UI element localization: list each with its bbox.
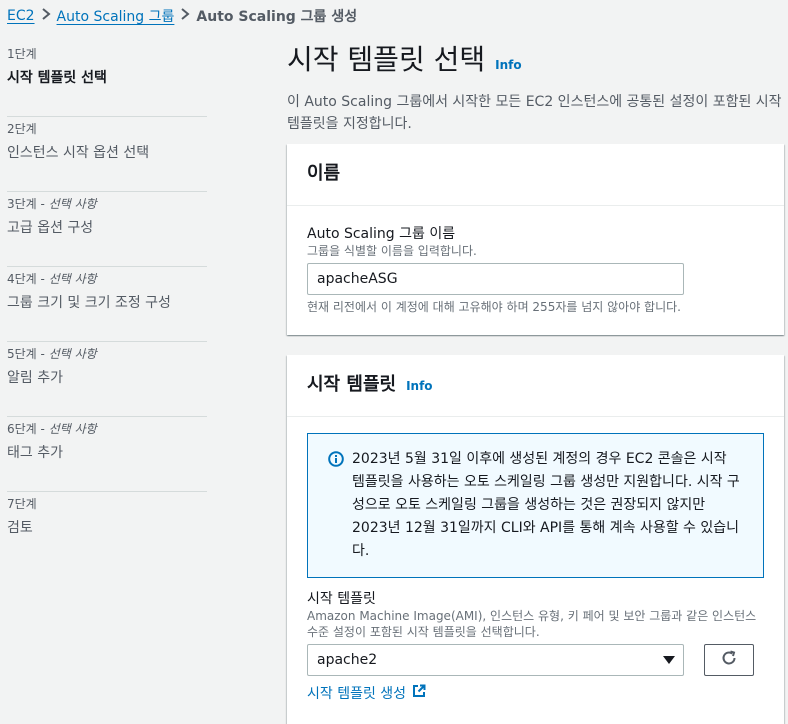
refresh-button[interactable] xyxy=(704,644,754,676)
breadcrumb-ec2[interactable]: EC2 xyxy=(7,8,35,24)
step-title: 태그 추가 xyxy=(7,445,63,461)
wizard-step-7[interactable]: 7단계 검토 xyxy=(7,492,207,567)
step-number: 1단계 xyxy=(7,47,37,61)
launch-template-select-row: apache2 xyxy=(307,644,764,676)
info-link[interactable]: Info xyxy=(495,45,521,85)
step-number: 6단계 - 선택 사항 xyxy=(7,422,97,436)
breadcrumb-auto-scaling-groups[interactable]: Auto Scaling 그룹 xyxy=(57,6,175,26)
page-title-text: 시작 템플릿 선택 xyxy=(287,43,486,76)
launch-template-card-body: 2023년 5월 31일 이후에 생성된 계정의 경우 EC2 콘솔은 시작 템… xyxy=(287,417,784,724)
name-card-header: 이름 xyxy=(287,144,784,206)
alert-message: 2023년 5월 31일 이후에 생성된 계정의 경우 EC2 콘솔은 시작 템… xyxy=(352,451,740,559)
name-card-body: Auto Scaling 그룹 이름 그룹을 식별할 이름을 입력합니다. ap… xyxy=(287,206,784,335)
launch-template-description: Amazon Machine Image(AMI), 인스턴스 유형, 키 페어… xyxy=(307,609,757,639)
wizard-step-3[interactable]: 3단계 - 선택 사항 고급 옵션 구성 xyxy=(7,192,207,267)
info-link[interactable]: Info xyxy=(406,379,432,393)
launch-template-card-title: 시작 템플릿 xyxy=(307,374,397,395)
step-title: 검토 xyxy=(7,520,33,536)
breadcrumb-current: Auto Scaling 그룹 생성 xyxy=(196,9,358,25)
wizard-step-5[interactable]: 5단계 - 선택 사항 알림 추가 xyxy=(7,342,207,417)
external-link-icon xyxy=(406,684,426,704)
wizard-step-4[interactable]: 4단계 - 선택 사항 그룹 크기 및 크기 조정 구성 xyxy=(7,267,207,342)
launch-template-label: 시작 템플릿 xyxy=(307,591,376,607)
launch-template-card-header: 시작 템플릿 Info xyxy=(287,355,784,417)
wizard-step-6[interactable]: 6단계 - 선택 사항 태그 추가 xyxy=(7,417,207,492)
chevron-right-icon xyxy=(35,8,57,24)
main-content: 시작 템플릿 선택 Info 이 Auto Scaling 그룹에서 시작한 모… xyxy=(287,40,784,724)
step-title: 인스턴스 시작 옵션 선택 xyxy=(7,145,150,161)
refresh-icon xyxy=(720,649,738,671)
launch-template-card: 시작 템플릿 Info 2023년 5월 31일 이후에 생성된 계정의 경우 … xyxy=(287,355,784,724)
asg-name-description: 그룹을 식별할 이름을 입력합니다. xyxy=(307,244,477,258)
page-title: 시작 템플릿 선택 Info xyxy=(287,40,784,85)
wizard-step-1[interactable]: 1단계 시작 템플릿 선택 xyxy=(7,42,207,117)
step-number: 5단계 - 선택 사항 xyxy=(7,347,97,361)
breadcrumb: EC2 Auto Scaling 그룹 Auto Scaling 그룹 생성 xyxy=(7,5,357,27)
step-title: 그룹 크기 및 크기 조정 구성 xyxy=(7,295,171,311)
caret-down-icon xyxy=(663,656,675,664)
wizard-steps-sidebar: 1단계 시작 템플릿 선택 2단계 인스턴스 시작 옵션 선택 3단계 - 선택… xyxy=(7,42,207,567)
asg-name-constraint: 현재 리전에서 이 계정에 대해 고유해야 하며 255자를 넘지 않아야 합니… xyxy=(307,300,681,314)
select-value: apache2 xyxy=(317,652,378,668)
info-circle-icon xyxy=(328,451,344,467)
asg-name-input[interactable]: apacheASG xyxy=(307,263,684,295)
create-launch-template-link[interactable]: 시작 템플릿 생성 xyxy=(307,684,764,704)
name-card-title: 이름 xyxy=(307,163,341,184)
step-number: 7단계 xyxy=(7,497,37,511)
launch-template-select[interactable]: apache2 xyxy=(307,644,684,676)
step-number: 4단계 - 선택 사항 xyxy=(7,272,97,286)
name-card: 이름 Auto Scaling 그룹 이름 그룹을 식별할 이름을 입력합니다.… xyxy=(287,144,784,335)
wizard-step-2[interactable]: 2단계 인스턴스 시작 옵션 선택 xyxy=(7,117,207,192)
page-description: 이 Auto Scaling 그룹에서 시작한 모든 EC2 인스턴스에 공통된… xyxy=(287,94,782,132)
step-title: 시작 템플릿 선택 xyxy=(7,70,107,86)
asg-name-label: Auto Scaling 그룹 이름 xyxy=(307,226,456,242)
step-title: 알림 추가 xyxy=(7,370,63,386)
step-number: 2단계 xyxy=(7,122,37,136)
info-alert: 2023년 5월 31일 이후에 생성된 계정의 경우 EC2 콘솔은 시작 템… xyxy=(307,433,764,578)
step-title: 고급 옵션 구성 xyxy=(7,220,94,236)
step-number: 3단계 - 선택 사항 xyxy=(7,197,97,211)
create-launch-template-text: 시작 템플릿 생성 xyxy=(307,686,407,702)
chevron-right-icon xyxy=(174,8,196,24)
